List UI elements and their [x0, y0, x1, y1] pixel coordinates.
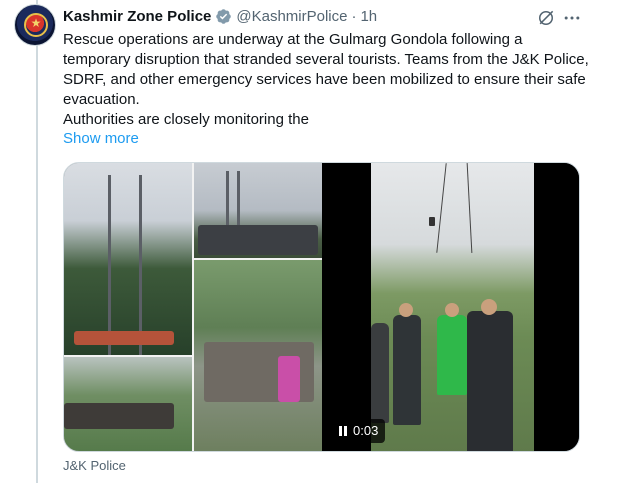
rescuers-group: [74, 331, 174, 345]
tweet-header: Kashmir Zone Police @KashmirPolice · 1h: [63, 6, 377, 26]
tweet-text-paragraph-2: Authorities are closely monitoring the: [63, 111, 309, 128]
verified-badge-icon: [216, 8, 232, 24]
pause-icon[interactable]: [339, 426, 347, 436]
thread-line: [36, 0, 38, 483]
pink-coat-person: [278, 356, 300, 402]
avatar[interactable]: ★: [14, 4, 56, 46]
tower-structure: [108, 175, 142, 355]
ground-team-group: [64, 403, 174, 429]
officer-head: [481, 299, 497, 315]
media-source-label: J&K Police: [63, 458, 126, 473]
media-container[interactable]: 0:03: [63, 162, 580, 452]
video-timer[interactable]: 0:03: [332, 419, 386, 443]
photo-ground-team: [64, 357, 192, 451]
person-head: [399, 303, 413, 317]
gondola-tower: [226, 171, 240, 231]
grok-icon[interactable]: [536, 8, 556, 28]
tweet-card[interactable]: ★ Kashmir Zone Police @KashmirPolice · 1…: [0, 0, 628, 483]
tweet-text: Rescue operations are underway at the Gu…: [63, 30, 593, 130]
show-more-link[interactable]: Show more: [63, 129, 139, 149]
tweet-text-paragraph-1: Rescue operations are underway at the Gu…: [63, 31, 589, 108]
gondola-cable: [436, 163, 447, 253]
video-time-label: 0:03: [353, 423, 379, 438]
gondola-car: [429, 217, 435, 226]
author-handle[interactable]: @KashmirPolice: [236, 8, 347, 25]
photo-collage[interactable]: [64, 163, 322, 451]
officer-vest: [467, 311, 513, 451]
person-left-edge: [371, 323, 389, 423]
photo-evacuation-slope: [194, 260, 322, 451]
more-options-icon[interactable]: [562, 8, 582, 28]
gondola-cable-2: [466, 163, 473, 253]
person-green-jacket: [437, 315, 467, 395]
video-frame: [371, 163, 534, 451]
author-name[interactable]: Kashmir Zone Police: [63, 8, 211, 25]
video-player[interactable]: 0:03: [322, 163, 579, 451]
photo-tower-rescue: [64, 163, 192, 355]
timestamp[interactable]: 1h: [360, 8, 377, 25]
person-head-2: [445, 303, 459, 317]
separator-dot: ·: [351, 7, 357, 25]
avatar-emblem-icon: ★: [30, 16, 42, 30]
crowd-group: [198, 225, 318, 255]
photo-gondola-cable: [194, 163, 322, 258]
person-dark-jacket: [393, 315, 421, 425]
